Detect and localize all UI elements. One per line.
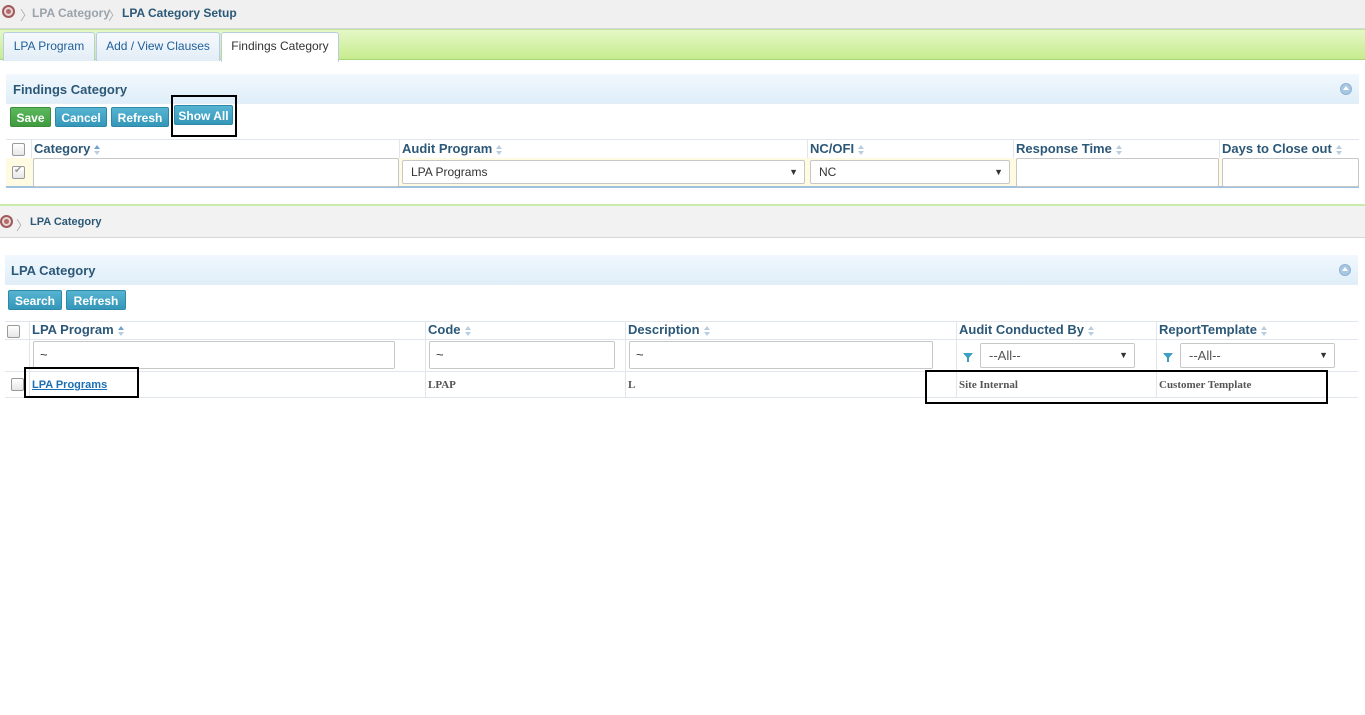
report-template-filter-select[interactable]: --All-- ▼ [1180, 343, 1335, 368]
breadcrumb-separator-icon: 〉 [108, 8, 122, 23]
cancel-button[interactable]: Cancel [55, 107, 107, 127]
days-to-close-out-input[interactable] [1222, 158, 1359, 187]
nc-ofi-select[interactable]: NC ▼ [810, 160, 1010, 184]
breadcrumb-separator-icon: 〉 [16, 218, 30, 233]
sort-icon [1115, 144, 1123, 155]
breadcrumb-item-lpa-category[interactable]: LPA Category [32, 6, 110, 20]
sort-icon [94, 144, 101, 155]
tab-lpa-program[interactable]: LPA Program [3, 32, 95, 61]
panel-title: Findings Category [13, 82, 128, 97]
column-label: ReportTemplate [1159, 322, 1257, 337]
description-cell: L [628, 379, 636, 391]
sort-icon [117, 325, 125, 336]
sort-icon [858, 144, 865, 155]
highlight-box-show-all [171, 95, 237, 137]
audit-program-select[interactable]: LPA Programs ▼ [402, 160, 805, 184]
column-header-report-template[interactable]: ReportTemplate [1159, 322, 1268, 337]
row-checkbox[interactable] [12, 165, 25, 179]
column-header-nc-ofi[interactable]: NC/OFI [810, 141, 865, 156]
column-label: Response Time [1016, 141, 1112, 156]
tab-add-view-clauses[interactable]: Add / View Clauses [96, 32, 220, 61]
breadcrumb-item-lpa-category: LPA Category [30, 216, 102, 228]
dropdown-arrow-icon: ▼ [1119, 350, 1128, 360]
filter-icon[interactable] [963, 353, 973, 362]
sort-icon [1335, 144, 1343, 155]
select-all-checkbox[interactable] [12, 143, 25, 156]
row-checkbox[interactable] [11, 378, 24, 391]
sort-icon [496, 144, 503, 155]
search-button[interactable]: Search [8, 290, 62, 310]
home-icon[interactable] [2, 5, 15, 18]
code-cell: LPAP [428, 379, 456, 391]
select-all-checkbox[interactable] [7, 325, 20, 338]
divider [5, 339, 1358, 340]
column-label: Description [628, 322, 700, 337]
category-input[interactable] [33, 158, 399, 187]
column-header-category[interactable]: Category [34, 141, 101, 156]
column-header-code[interactable]: Code [428, 322, 472, 337]
top-breadcrumb: 〉 LPA Category 〉 LPA Category Setup [0, 0, 1365, 29]
column-header-audit-conducted-by[interactable]: Audit Conducted By [959, 322, 1095, 337]
sort-icon [703, 325, 711, 336]
highlight-box-lpa-program [24, 367, 139, 398]
save-button[interactable]: Save [10, 107, 51, 127]
column-header-lpa-program[interactable]: LPA Program [32, 322, 125, 337]
column-label: Category [34, 141, 91, 156]
refresh-button[interactable]: Refresh [111, 107, 169, 127]
divider [6, 139, 1359, 140]
code-filter-input[interactable]: ~ [429, 341, 615, 369]
lower-breadcrumb: 〉 LPA Category [0, 206, 1365, 238]
sort-icon [1261, 325, 1268, 336]
collapse-icon[interactable] [1339, 264, 1351, 276]
column-label: NC/OFI [810, 141, 855, 156]
panel-title: LPA Category [11, 263, 96, 278]
description-filter-input[interactable]: ~ [629, 341, 933, 369]
filter-value: --All-- [989, 348, 1021, 363]
breadcrumb-item-setup: LPA Category Setup [122, 6, 237, 20]
column-label: Days to Close out [1222, 141, 1332, 156]
column-label: Code [428, 322, 461, 337]
refresh-button[interactable]: Refresh [66, 290, 126, 310]
dropdown-arrow-icon: ▼ [789, 167, 798, 177]
tab-strip: LPA Program Add / View Clauses Findings … [0, 29, 1365, 62]
tab-findings-category[interactable]: Findings Category [221, 32, 339, 62]
column-header-response-time[interactable]: Response Time [1016, 141, 1123, 156]
audit-conducted-by-filter-select[interactable]: --All-- ▼ [980, 343, 1135, 368]
sort-icon [464, 325, 472, 336]
dropdown-arrow-icon: ▼ [994, 167, 1003, 177]
response-time-input[interactable] [1016, 158, 1219, 187]
home-icon[interactable] [0, 215, 13, 228]
lpa-program-filter-input[interactable]: ~ [33, 341, 395, 369]
filter-value: --All-- [1189, 348, 1221, 363]
column-label: Audit Conducted By [959, 322, 1084, 337]
column-header-days-to-close-out[interactable]: Days to Close out [1222, 141, 1343, 156]
column-label: Audit Program [402, 141, 493, 156]
column-header-description[interactable]: Description [628, 322, 711, 337]
highlight-box-audit-report [925, 370, 1328, 404]
collapse-icon[interactable] [1340, 83, 1352, 95]
sort-icon [1087, 325, 1095, 336]
audit-program-value: LPA Programs [411, 165, 488, 179]
column-header-audit-program[interactable]: Audit Program [402, 141, 503, 156]
filter-icon[interactable] [1163, 353, 1173, 362]
column-label: LPA Program [32, 322, 114, 337]
dropdown-arrow-icon: ▼ [1319, 350, 1328, 360]
panel-header: LPA Category [5, 255, 1358, 285]
nc-ofi-value: NC [819, 165, 837, 179]
